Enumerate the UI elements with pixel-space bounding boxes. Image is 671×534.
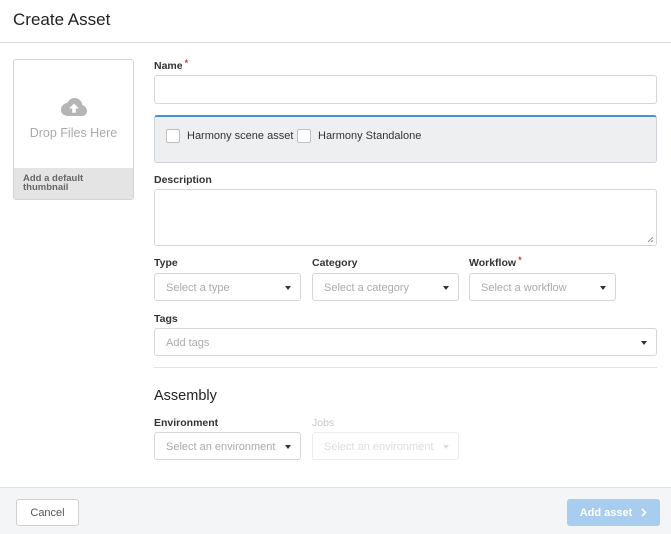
dialog-header: Create Asset bbox=[0, 0, 671, 43]
harmony-scene-asset-checkbox[interactable]: Harmony scene asset bbox=[166, 129, 293, 143]
assembly-title: Assembly bbox=[154, 388, 217, 404]
dialog-title: Create Asset bbox=[13, 10, 111, 29]
description-textarea[interactable] bbox=[154, 189, 657, 246]
environment-select[interactable]: Select an environment bbox=[154, 432, 301, 460]
type-placeholder: Select a type bbox=[166, 282, 230, 294]
name-label: Name * bbox=[154, 58, 189, 72]
jobs-placeholder: Select an environment bbox=[324, 441, 434, 453]
caret-down-icon bbox=[641, 341, 647, 345]
checkbox-label: Harmony scene asset bbox=[187, 130, 294, 142]
drop-area[interactable]: Drop Files Here bbox=[14, 60, 133, 168]
add-asset-button[interactable]: Add asset bbox=[567, 499, 660, 526]
drop-files-text: Drop Files Here bbox=[29, 126, 118, 140]
cancel-button[interactable]: Cancel bbox=[16, 499, 79, 526]
tags-label: Tags bbox=[154, 313, 178, 325]
description-label: Description bbox=[154, 174, 212, 186]
chevron-right-icon bbox=[641, 508, 647, 517]
jobs-label: Jobs bbox=[312, 417, 335, 429]
jobs-select: Select an environment bbox=[312, 432, 459, 460]
caret-down-icon bbox=[285, 286, 291, 290]
category-placeholder: Select a category bbox=[324, 282, 409, 294]
environment-placeholder: Select an environment bbox=[166, 441, 276, 453]
category-select[interactable]: Select a category bbox=[312, 273, 459, 301]
resize-handle-icon[interactable] bbox=[647, 236, 654, 243]
harmony-standalone-checkbox[interactable]: Harmony Standalone bbox=[297, 129, 421, 143]
checkbox-box[interactable] bbox=[166, 129, 180, 143]
caret-down-icon bbox=[443, 286, 449, 290]
environment-label: Environment bbox=[154, 417, 219, 429]
checkbox-label: Harmony Standalone bbox=[318, 130, 422, 142]
category-label: Category bbox=[312, 257, 358, 269]
type-label: Type bbox=[154, 257, 178, 269]
tags-select[interactable]: Add tags bbox=[154, 328, 657, 356]
caret-down-icon bbox=[285, 445, 291, 449]
caret-down-icon bbox=[600, 286, 606, 290]
workflow-placeholder: Select a workflow bbox=[481, 282, 567, 294]
type-select[interactable]: Select a type bbox=[154, 273, 301, 301]
workflow-label: Workflow * bbox=[469, 255, 522, 269]
add-asset-label: Add asset bbox=[579, 506, 633, 519]
checkbox-box[interactable] bbox=[297, 129, 311, 143]
caret-down-icon bbox=[443, 445, 449, 449]
add-default-thumbnail-button[interactable]: Add a default thumbnail bbox=[14, 168, 133, 199]
harmony-options-panel: Harmony scene asset Harmony Standalone bbox=[154, 115, 657, 163]
thumbnail-dropzone[interactable]: Drop Files Here Add a default thumbnail bbox=[13, 59, 134, 200]
tags-placeholder: Add tags bbox=[166, 337, 210, 349]
cloud-upload-icon bbox=[61, 98, 87, 116]
name-input[interactable] bbox=[154, 75, 657, 104]
dialog-footer: Cancel Add asset bbox=[0, 487, 671, 534]
workflow-select[interactable]: Select a workflow bbox=[469, 273, 616, 301]
section-divider bbox=[154, 367, 657, 368]
